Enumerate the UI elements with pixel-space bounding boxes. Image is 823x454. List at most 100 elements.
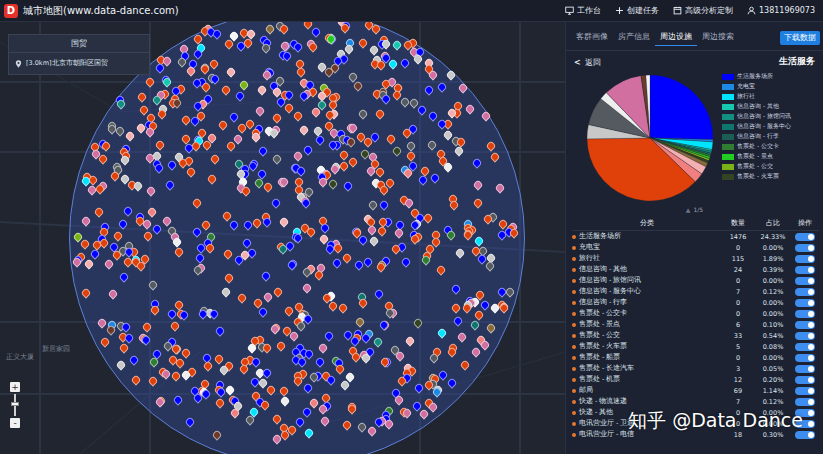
zoom-knob[interactable]	[11, 402, 19, 406]
count-cell: 0	[721, 299, 755, 307]
download-button[interactable]: 下载数据	[780, 31, 820, 45]
toggle-knob	[808, 234, 814, 240]
header-action[interactable]: 高级分析定制	[673, 5, 733, 16]
header-action-label: 工作台	[577, 5, 601, 16]
legend-label: 售票处 - 火车票	[737, 172, 779, 181]
share-cell: 0.00%	[755, 354, 791, 362]
tab[interactable]: 周边设施	[655, 30, 697, 46]
toggle-knob	[808, 278, 814, 284]
table-row: 旅行社 115 1.89%	[572, 253, 819, 264]
brand[interactable]: D 城市地图(www.data-dance.com)	[4, 4, 179, 18]
action-cell	[791, 288, 819, 296]
back-button[interactable]: <返回	[574, 57, 601, 68]
visibility-toggle[interactable]	[795, 365, 815, 373]
share-cell: 0.05%	[755, 365, 791, 373]
visibility-toggle[interactable]	[795, 244, 815, 252]
count-cell: 0	[721, 277, 755, 285]
share-cell: 24.33%	[755, 233, 791, 241]
header-action[interactable]: 工作台	[565, 5, 601, 16]
visibility-toggle[interactable]	[795, 332, 815, 340]
column-header: 数量	[721, 218, 755, 228]
legend-item[interactable]: 售票处 - 景点	[722, 152, 791, 161]
share-cell: 0.00%	[755, 244, 791, 252]
visibility-toggle[interactable]	[795, 431, 815, 439]
pie-slice[interactable]	[641, 75, 650, 138]
legend-item[interactable]: 信息咨询 - 旅馆问讯	[722, 112, 791, 121]
toggle-knob	[808, 399, 814, 405]
pie-slice[interactable]	[587, 138, 695, 201]
calendar-icon	[673, 6, 682, 15]
toggle-knob	[808, 366, 814, 372]
search-card: 国贸 [3.0km]北京市朝阳区国贸	[8, 34, 150, 75]
action-cell	[791, 343, 819, 351]
legend-item[interactable]: 旅行社	[722, 92, 791, 101]
header-action[interactable]: 13811969073	[747, 6, 815, 15]
category-cell: 售票处 - 火车票	[572, 342, 721, 351]
visibility-toggle[interactable]	[795, 310, 815, 318]
table-row: 售票处 - 火车票 5 0.08%	[572, 341, 819, 352]
visibility-toggle[interactable]	[795, 233, 815, 241]
pie-slice[interactable]	[646, 75, 650, 138]
legend-item[interactable]: 售票处 - 火车票	[722, 172, 791, 181]
visibility-toggle[interactable]	[795, 321, 815, 329]
legend-item[interactable]: 信息咨询 - 服务中心	[722, 122, 791, 131]
legend-label: 充电宝	[737, 82, 755, 91]
visibility-toggle[interactable]	[795, 277, 815, 285]
category-cell: 电讯营业厅 - 电信	[572, 430, 721, 439]
table-row: 邮局 69 1.14%	[572, 385, 819, 396]
legend-item[interactable]: 生活服务场所	[722, 72, 791, 81]
legend-swatch	[722, 144, 734, 150]
visibility-toggle[interactable]	[795, 299, 815, 307]
row-dot	[572, 246, 576, 250]
map-place-label: 正义大厦	[6, 352, 34, 362]
category-cell: 充电宝	[572, 243, 721, 252]
category-cell: 售票处 - 景点	[572, 320, 721, 329]
table-row: 生活服务场所 1476 24.33%	[572, 231, 819, 242]
visibility-toggle[interactable]	[795, 398, 815, 406]
visibility-toggle[interactable]	[795, 354, 815, 362]
zoom-in-button[interactable]: +	[10, 382, 20, 392]
legend-label: 售票处 - 公交卡	[737, 142, 779, 151]
pager-label: 1/5	[693, 206, 703, 213]
count-cell: 12	[721, 376, 755, 384]
legend-item[interactable]: 售票处 - 公交	[722, 162, 791, 171]
count-cell: 18	[721, 431, 755, 439]
legend-swatch	[722, 174, 734, 180]
tab[interactable]: 客群画像	[571, 30, 613, 46]
tab[interactable]: 周边搜索	[697, 30, 739, 46]
action-cell	[791, 277, 819, 285]
row-dot	[572, 433, 576, 437]
action-cell	[791, 266, 819, 274]
toggle-knob	[808, 432, 814, 438]
row-dot	[572, 235, 576, 239]
logo-icon[interactable]: D	[4, 4, 18, 18]
visibility-toggle[interactable]	[795, 387, 815, 395]
share-cell: 0.39%	[755, 266, 791, 274]
legend-item[interactable]: 信息咨询 - 其他	[722, 102, 791, 111]
visibility-toggle[interactable]	[795, 255, 815, 263]
zoom-out-button[interactable]: -	[10, 418, 20, 428]
visibility-toggle[interactable]	[795, 266, 815, 274]
category-cell: 快递 - 物流速递	[572, 397, 721, 406]
tab[interactable]: 房产信息	[613, 30, 655, 46]
search-result[interactable]: [3.0km]北京市朝阳区国贸	[9, 53, 149, 74]
map[interactable]: 正义大厦 新居家园 国贸 [3.0km]北京市朝阳区国贸 + -	[0, 22, 565, 454]
legend-swatch	[722, 114, 734, 120]
legend-item[interactable]: 充电宝	[722, 82, 791, 91]
category-cell: 生活服务场所	[572, 232, 721, 241]
visibility-toggle[interactable]	[795, 343, 815, 351]
pie-slice[interactable]	[606, 76, 650, 138]
legend-pager[interactable]: ▲ 1/5	[566, 204, 823, 216]
legend-item[interactable]: 信息咨询 - 行李	[722, 132, 791, 141]
category-cell: 售票处 - 公交卡	[572, 309, 721, 318]
legend-label: 信息咨询 - 行李	[737, 132, 779, 141]
pie-slice[interactable]	[650, 75, 713, 139]
toggle-knob	[808, 322, 814, 328]
header-action[interactable]: 创建任务	[615, 5, 659, 16]
zoom-slider[interactable]	[14, 394, 16, 416]
legend-item[interactable]: 售票处 - 公交卡	[722, 142, 791, 151]
visibility-toggle[interactable]	[795, 288, 815, 296]
count-cell: 5	[721, 343, 755, 351]
visibility-toggle[interactable]	[795, 376, 815, 384]
share-cell: 0.00%	[755, 310, 791, 318]
